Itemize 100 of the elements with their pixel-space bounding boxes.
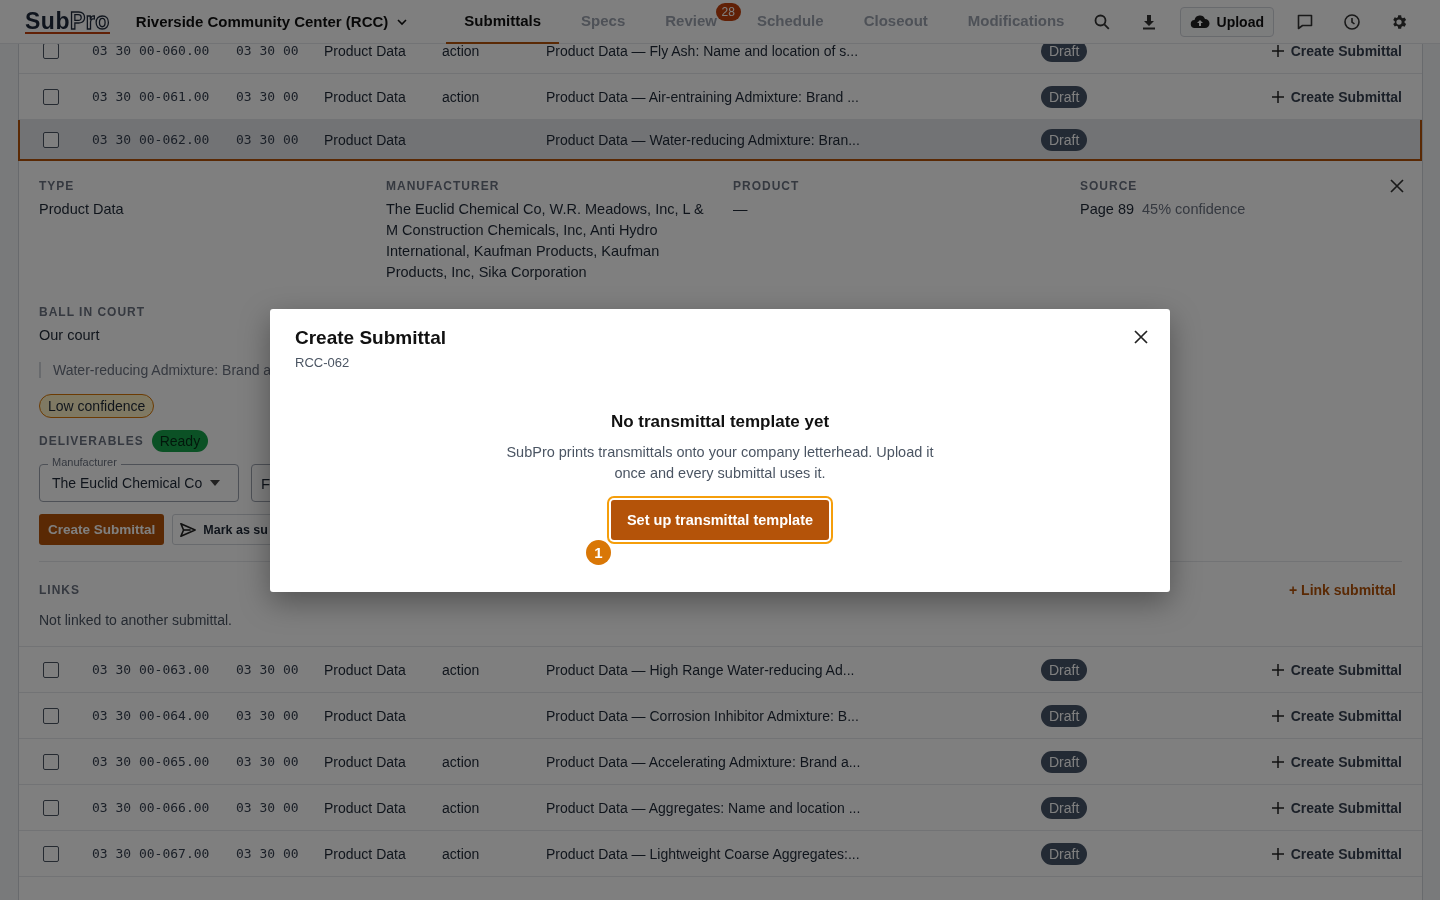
status-badge: Draft xyxy=(1041,85,1088,108)
field-label: SOURCE xyxy=(1080,179,1138,193)
plus-icon xyxy=(1271,847,1284,860)
link-submittal-link[interactable]: + Link submittal xyxy=(1289,582,1396,598)
empty-state-heading: No transmittal template yet xyxy=(610,411,830,432)
title-cell-text: Product Data — Corrosion Inhibitor Admixture: B... xyxy=(546,707,860,724)
table-row[interactable]: 03 30 00-062.00 03 30 00 Product Data Product Data — Water-reducing Admixture: Bran... Draft xyxy=(18,120,1422,161)
create-submittal-button[interactable]: Create Submittal xyxy=(39,514,165,545)
submittal-number: 03 30 00-066.00 xyxy=(92,800,211,815)
field-value: Page 89 xyxy=(1080,201,1135,217)
table-row[interactable]: 03 30 00-063.00 03 30 00 Product Data action Product Data — High Range Water-reducing Ad... Draft Create Submittal xyxy=(19,647,1422,693)
action-cell: action xyxy=(442,44,480,59)
checkbox[interactable] xyxy=(43,88,59,105)
checkbox[interactable] xyxy=(43,753,59,770)
table-row[interactable]: 03 30 00-064.00 03 30 00 Product Data Product Data — Corrosion Inhibitor Admixture: B... Draft Create Submittal xyxy=(19,693,1422,739)
action-cell: action xyxy=(442,88,480,105)
deliverables-label: DELIVERABLES xyxy=(39,434,144,448)
type-cell-text: Product Data xyxy=(324,753,407,770)
field-value: Product Data xyxy=(39,201,124,217)
type-cell-text: Product Data xyxy=(324,131,407,148)
plus-icon xyxy=(1271,755,1284,768)
create-submittal-link[interactable]: Create Submittal xyxy=(1271,799,1402,816)
dialog-subtitle: RCC-062 xyxy=(295,354,351,370)
action-cell: action xyxy=(442,661,480,678)
action-cell: action xyxy=(442,799,480,816)
spec-section: 03 30 00 xyxy=(236,89,324,104)
create-submittal-link[interactable]: Create Submittal xyxy=(1271,44,1402,59)
send-icon xyxy=(180,521,197,538)
status-badge: Draft xyxy=(1041,44,1088,62)
count-badge: 28 xyxy=(715,2,741,21)
title-cell-text: Product Data — Water-reducing Admixture: Bran... xyxy=(546,131,861,148)
spec-section: 03 30 00 xyxy=(236,800,324,815)
title-cell-text: Product Data — Lightweight Coarse Aggregates:... xyxy=(546,845,861,862)
plus-icon xyxy=(1271,663,1284,676)
type-cell-text: Product Data xyxy=(324,707,407,724)
plus-icon xyxy=(1271,90,1284,103)
submittal-number: 03 30 00-064.00 xyxy=(92,708,211,723)
empty-message: Not linked to another submittal. xyxy=(39,612,233,628)
spec-section: 03 30 00 xyxy=(236,662,324,677)
type-cell-text: Product Data xyxy=(324,661,407,678)
create-submittal-link[interactable]: Create Submittal xyxy=(1271,661,1402,678)
submittal-number: 03 30 00-061.00 xyxy=(92,89,211,104)
status-badge: Draft xyxy=(1041,658,1088,681)
checkbox[interactable] xyxy=(43,707,59,724)
submittal-number: 03 30 00-060.00 xyxy=(92,44,211,58)
empty-state-description: SubPro prints transmittals onto your company letterhead. Upload it once and every submittal uses it. xyxy=(505,442,935,483)
submittal-number: 03 30 00-067.00 xyxy=(92,846,211,861)
field-label: BALL IN COURT xyxy=(39,305,146,319)
spec-section: 03 30 00 xyxy=(236,846,324,861)
confidence-badge: Low confidence xyxy=(39,394,155,418)
dialog-title: Create Submittal xyxy=(295,326,446,349)
table-row[interactable]: 03 30 00-067.00 03 30 00 Product Data action Product Data — Lightweight Coarse Aggregates:... Draft Create Submittal xyxy=(19,831,1422,877)
status-badge: Ready xyxy=(151,430,209,452)
submittal-number: 03 30 00-065.00 xyxy=(92,754,211,769)
status-badge: Draft xyxy=(1041,704,1088,727)
checkbox[interactable] xyxy=(43,131,59,148)
type-cell-text: Product Data xyxy=(324,799,407,816)
project-selector[interactable]: Riverside Community Center (RCC) xyxy=(135,13,409,30)
step-badge: 1 xyxy=(585,539,611,565)
section-label: LINKS xyxy=(39,583,80,597)
type-cell-text: Product Data xyxy=(324,44,407,59)
type-cell-text: Product Data xyxy=(324,88,407,105)
create-submittal-link[interactable]: Create Submittal xyxy=(1271,707,1402,724)
title-cell-text: Product Data — Accelerating Admixture: Brand a... xyxy=(546,753,862,770)
field-value: The Euclid Chemical Co, W.R. Meadows, Inc, L & M Construction Chemicals, Inc, Anti Hydro International, Kaufman Products, Kaufman Products, Inc, Sika Corporation xyxy=(386,201,704,280)
create-submittal-link[interactable]: Create Submittal xyxy=(1271,88,1402,105)
submittal-number: 03 30 00-063.00 xyxy=(92,662,211,677)
action-cell: action xyxy=(442,845,480,862)
create-submittal-link[interactable]: Create Submittal xyxy=(1271,845,1402,862)
table-row[interactable]: 03 30 00-065.00 03 30 00 Product Data action Product Data — Accelerating Admixture: Brand a... Draft Create Submittal xyxy=(19,739,1422,785)
field-label: PRODUCT xyxy=(733,179,800,193)
table-row[interactable]: 03 30 00-060.00 03 30 00 Product Data action Product Data — Fly Ash: Name and location of s... Draft Create Submittal xyxy=(19,44,1422,74)
checkbox[interactable] xyxy=(43,845,59,862)
status-badge: Draft xyxy=(1041,128,1088,151)
table-row[interactable]: 03 30 00-066.00 03 30 00 Product Data action Product Data — Aggregates: Name and location ... Draft Create Submittal xyxy=(19,785,1422,831)
status-badge: Draft xyxy=(1041,842,1088,865)
title-cell-text: Product Data — Fly Ash: Name and location of s... xyxy=(546,44,860,59)
spec-section: 03 30 00 xyxy=(236,708,324,723)
type-cell-text: Product Data xyxy=(324,845,407,862)
spec-section: 03 30 00 xyxy=(236,44,324,58)
title-cell-text: Product Data — Aggregates: Name and location ... xyxy=(546,799,862,816)
plus-icon xyxy=(1271,801,1284,814)
field-label: Manufacturer xyxy=(48,456,121,468)
spec-section: 03 30 00 xyxy=(236,754,324,769)
caret-icon xyxy=(210,480,221,486)
status-badge: Draft xyxy=(1041,750,1088,773)
create-submittal-link[interactable]: Create Submittal xyxy=(1271,753,1402,770)
plus-icon xyxy=(1271,709,1284,722)
checkbox[interactable] xyxy=(43,799,59,816)
field-label: MANUFACTURER xyxy=(386,179,500,193)
title-cell-text: Product Data — High Range Water-reducing Ad... xyxy=(546,661,856,678)
title-cell-text: Product Data — Air-entraining Admixture: Brand ... xyxy=(546,88,860,105)
confidence-text: 45% confidence xyxy=(1142,201,1246,217)
logo[interactable]: SubPro xyxy=(25,9,110,34)
cloud-upload-icon xyxy=(1189,13,1210,30)
checkbox[interactable] xyxy=(43,44,59,59)
upload-button[interactable]: Upload xyxy=(1179,6,1274,37)
checkbox[interactable] xyxy=(43,661,59,678)
submittal-number: 03 30 00-062.00 xyxy=(92,132,211,147)
spec-section: 03 30 00 xyxy=(236,132,324,147)
